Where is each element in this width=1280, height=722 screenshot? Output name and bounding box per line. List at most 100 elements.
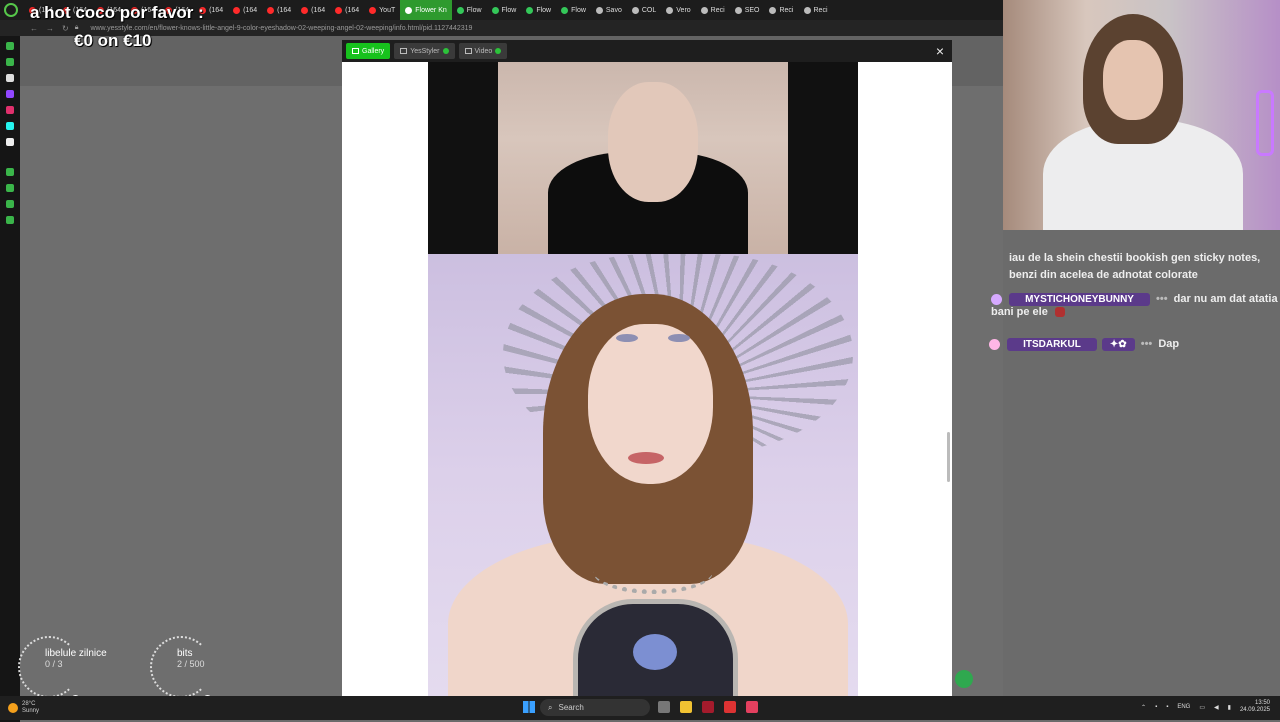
tab-favicon-icon (267, 6, 275, 14)
sidebar-app-icon[interactable] (6, 216, 14, 224)
browser-tab[interactable]: Vero (661, 0, 695, 20)
heart-badge-icon (991, 293, 1002, 305)
status-dot-icon (442, 48, 449, 54)
browser-tab[interactable]: Savo (591, 0, 627, 20)
tab-label: Flow (466, 6, 482, 14)
file-explorer-icon[interactable] (680, 701, 692, 713)
product-photo-1 (428, 62, 858, 254)
weather-widget[interactable]: 28°C Sunny (8, 701, 39, 715)
tab-label: (164 (277, 6, 292, 14)
tab-label: (164 (311, 6, 326, 14)
sidebar-app-icon[interactable] (6, 184, 14, 192)
image-icon (400, 48, 408, 54)
scrollbar[interactable] (947, 432, 950, 482)
browser-tab[interactable]: COL (627, 0, 661, 20)
back-icon[interactable]: ← (30, 24, 38, 33)
tab-favicon-icon (631, 6, 639, 14)
sun-icon (8, 703, 18, 713)
browser-tab[interactable]: Reci (799, 0, 833, 20)
sidebar-app-icon[interactable] (6, 138, 14, 146)
browser-tab[interactable]: Flow (452, 0, 487, 20)
browser-tab[interactable]: (164 (330, 0, 364, 20)
tab-label: Reci (710, 6, 725, 14)
sidebar-app-icon[interactable] (6, 168, 14, 176)
taskbar-search[interactable]: ⌕ Search (540, 699, 650, 716)
tab-video[interactable]: Video (458, 43, 508, 59)
browser-tab[interactable]: Flow (487, 0, 522, 20)
donation-goal-title: a hot coco por favor : (30, 3, 204, 22)
tab-favicon-icon (233, 6, 241, 14)
tray-app-icon[interactable]: ▪ (1166, 704, 1168, 710)
tab-favicon-icon (405, 6, 413, 14)
task-view-icon[interactable] (658, 701, 670, 713)
tab-label: Flow (536, 6, 552, 14)
sidebar-app-icon[interactable] (6, 200, 14, 208)
tab-label: (164 (345, 6, 360, 14)
forward-icon[interactable]: → (46, 24, 54, 33)
gallery-modal-header: Gallery YesStyler Video × (342, 40, 952, 62)
streamer-face (1103, 40, 1163, 120)
tray-app-icon[interactable]: ▪ (1155, 704, 1157, 710)
lace-detail (788, 62, 858, 254)
network-icon[interactable]: ▭ (1199, 704, 1205, 711)
tab-label: COL (641, 6, 657, 14)
browser-tab[interactable]: Reci (764, 0, 798, 20)
browser-tab[interactable]: YouT (364, 0, 400, 20)
browser-tab[interactable]: (164 (262, 0, 296, 20)
tab-label: Flower Kn (415, 6, 447, 14)
browser-tab[interactable]: Reci (696, 0, 730, 20)
close-icon[interactable]: × (936, 43, 944, 59)
tab-yesstyler[interactable]: YesStyler (394, 43, 455, 59)
tiktok-icon[interactable] (746, 701, 758, 713)
product-photo-2 (428, 254, 858, 696)
hands (608, 82, 698, 202)
lace-detail (428, 62, 498, 254)
tab-label: Reci (779, 6, 794, 14)
sidebar-app-icon[interactable] (6, 122, 14, 130)
chat-badges: ✦✿ (1101, 338, 1135, 351)
browser-app-icon[interactable] (702, 701, 714, 713)
browser-tab[interactable]: (164 (296, 0, 330, 20)
model-eye (616, 334, 638, 342)
reload-icon[interactable]: ↻ (62, 24, 69, 33)
tab-favicon-icon (491, 6, 499, 14)
status-dot-icon (495, 48, 502, 54)
chat-username: MYSTICHONEYBUNNY (1009, 293, 1150, 306)
browser-tab[interactable]: Flow (521, 0, 556, 20)
language-indicator[interactable]: ENG (1177, 704, 1190, 710)
tab-favicon-icon (335, 6, 343, 14)
windows-taskbar: 28°C Sunny ⌕ Search ⌃ ▪ ▪ ENG ▭ ◀ ▮ 13:5… (0, 696, 1280, 720)
chat-dots: ••• (1156, 293, 1168, 305)
chevron-up-icon[interactable]: ⌃ (1141, 704, 1146, 711)
browser-tab[interactable]: Flow (556, 0, 591, 20)
tab-favicon-icon (595, 6, 603, 14)
browser-tab[interactable]: SEO (730, 0, 765, 20)
battery-icon[interactable]: ▮ (1228, 704, 1231, 711)
sidebar-app-icon[interactable] (6, 58, 14, 66)
windows-start-icon[interactable] (523, 701, 535, 713)
widget-bits: bits 2 / 500 (177, 648, 205, 669)
sidebar-app-icon[interactable] (6, 42, 14, 50)
tab-label: Reci (813, 6, 828, 14)
browser-logo-icon[interactable] (4, 3, 18, 17)
sidebar-app-icon[interactable] (6, 90, 14, 98)
volume-icon[interactable]: ◀ (1214, 704, 1219, 711)
tab-favicon-icon (369, 6, 377, 14)
video-icon (464, 48, 472, 54)
widget-libelule: libelule zilnice 0 / 3 (45, 648, 107, 669)
chat-dots: ••• (1140, 338, 1153, 350)
gallery-viewer[interactable] (342, 62, 952, 696)
tab-favicon-icon (700, 6, 708, 14)
tab-gallery[interactable]: Gallery (346, 43, 391, 59)
emoji-icon (1054, 307, 1065, 318)
browser-tab[interactable]: Flower Kn (400, 0, 452, 20)
browser-tab[interactable]: (164 (228, 0, 262, 20)
sidebar-app-icon[interactable] (6, 74, 14, 82)
sidebar-app-icon[interactable] (6, 106, 14, 114)
webcam-overlay (1003, 0, 1280, 230)
clock[interactable]: 13:50 24.09.2025 (1240, 700, 1270, 714)
tab-label: (164 (209, 6, 224, 14)
app-icon[interactable] (724, 701, 736, 713)
chat-bubble-icon[interactable] (955, 670, 973, 688)
tab-label: Flow (571, 6, 586, 14)
